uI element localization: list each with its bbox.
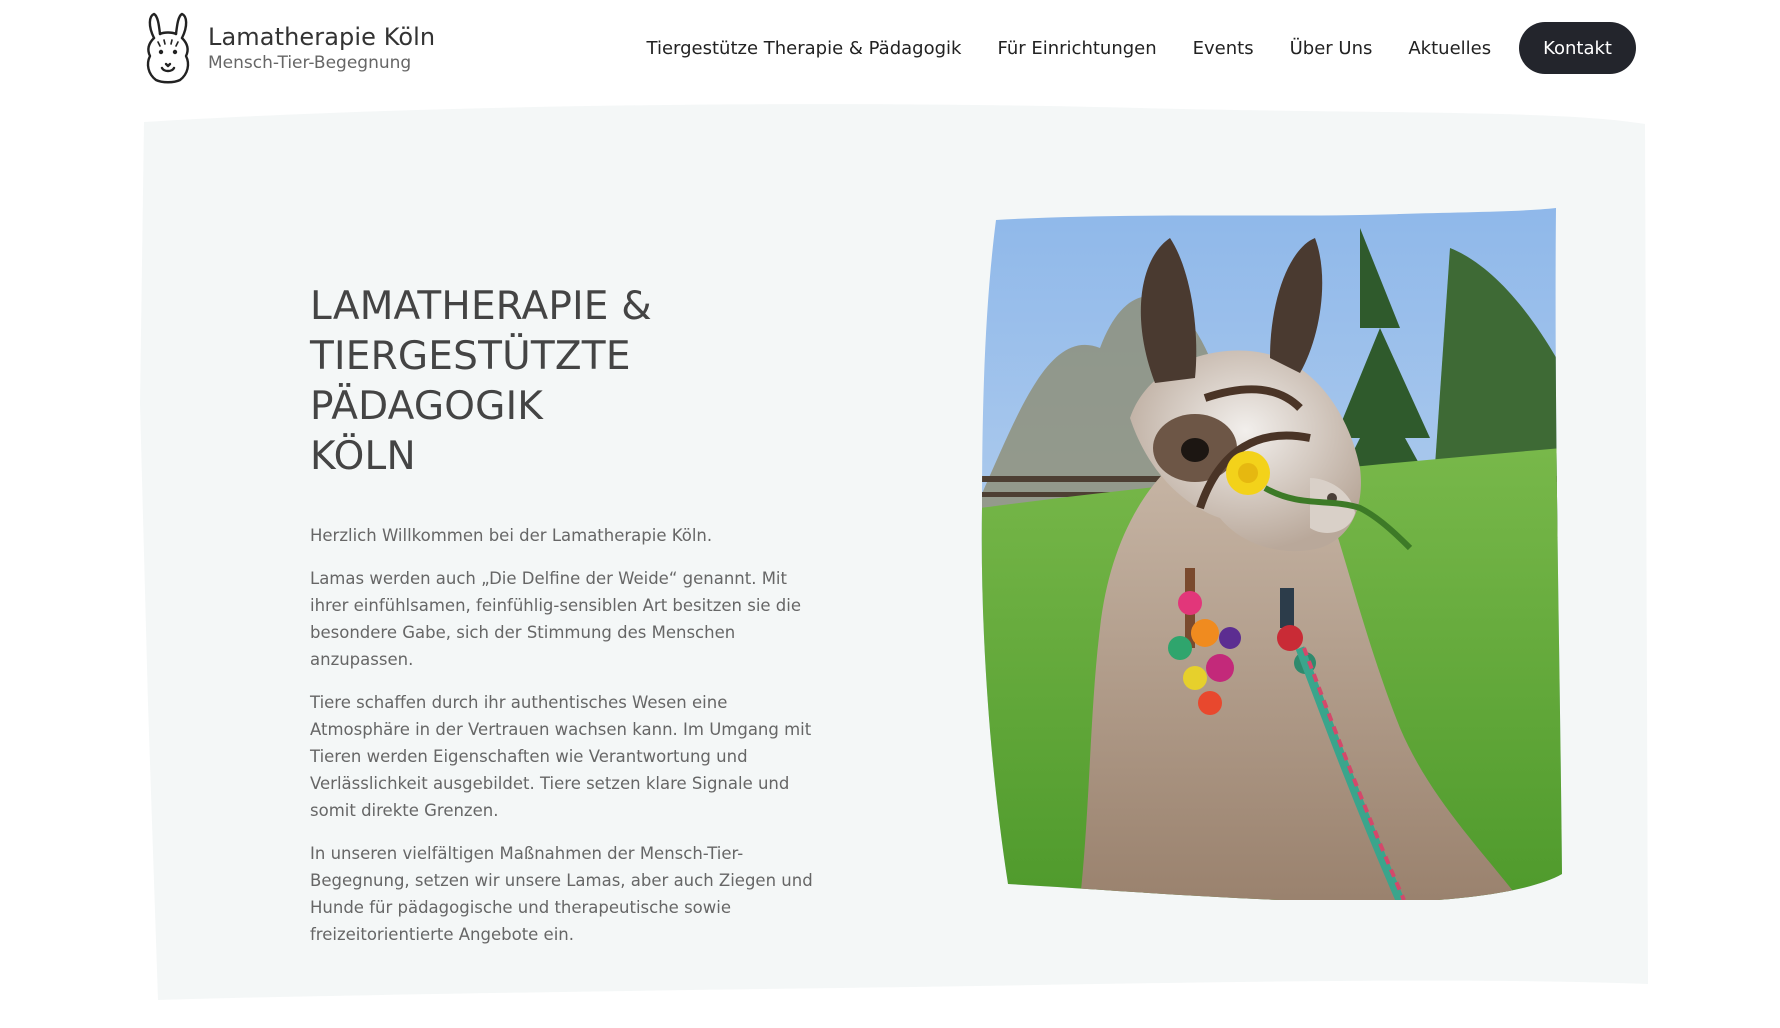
hero-intro-paragraph: Herzlich Willkommen bei der Lamatherapie… — [310, 526, 713, 545]
nav-item-aktuelles[interactable]: Aktuelles — [1408, 38, 1491, 59]
hero-paragraph-vertrauen: Tiere schaffen durch ihr authentisches W… — [310, 693, 812, 820]
hero-paragraph-massnahmen: In unseren vielfältigen Maßnahmen der Me… — [310, 844, 813, 944]
llama-photo — [980, 208, 1562, 900]
nav-item-einrichtungen[interactable]: Für Einrichtungen — [997, 38, 1156, 59]
page: Lamatherapie Köln Mensch-Tier-Begegnung … — [0, 0, 1780, 1028]
nav-item-events[interactable]: Events — [1193, 38, 1254, 59]
nav-item-therapie[interactable]: Tiergestütze Therapie & Pädagogik — [647, 38, 962, 59]
kontakt-button[interactable]: Kontakt — [1519, 22, 1636, 74]
hero-paragraph-delfine: Lamas werden auch „Die Delfine der Weide… — [310, 569, 802, 669]
logo-text: Lamatherapie Köln Mensch-Tier-Begegnung — [208, 22, 435, 74]
logo-subtitle: Mensch-Tier-Begegnung — [208, 53, 412, 73]
nav-item-ueber-uns[interactable]: Über Uns — [1290, 38, 1373, 59]
llama-head-icon — [146, 12, 190, 84]
hero-content: LAMATHERAPIE & TIERGESTÜTZTE PÄDAGOGIK K… — [310, 282, 870, 964]
main-nav: Tiergestütze Therapie & Pädagogik Für Ei… — [647, 22, 1636, 74]
hero-title-line-1: LAMATHERAPIE & — [310, 284, 652, 329]
hero-title-line-3: KÖLN — [310, 434, 416, 479]
hero-title: LAMATHERAPIE & TIERGESTÜTZTE PÄDAGOGIK K… — [310, 282, 870, 482]
logo-title: Lamatherapie Köln — [208, 23, 436, 51]
hero-title-line-2: TIERGESTÜTZTE PÄDAGOGIK — [310, 334, 631, 429]
logo-link[interactable]: Lamatherapie Köln Mensch-Tier-Begegnung — [142, 12, 435, 84]
site-header: Lamatherapie Köln Mensch-Tier-Begegnung … — [0, 0, 1780, 100]
